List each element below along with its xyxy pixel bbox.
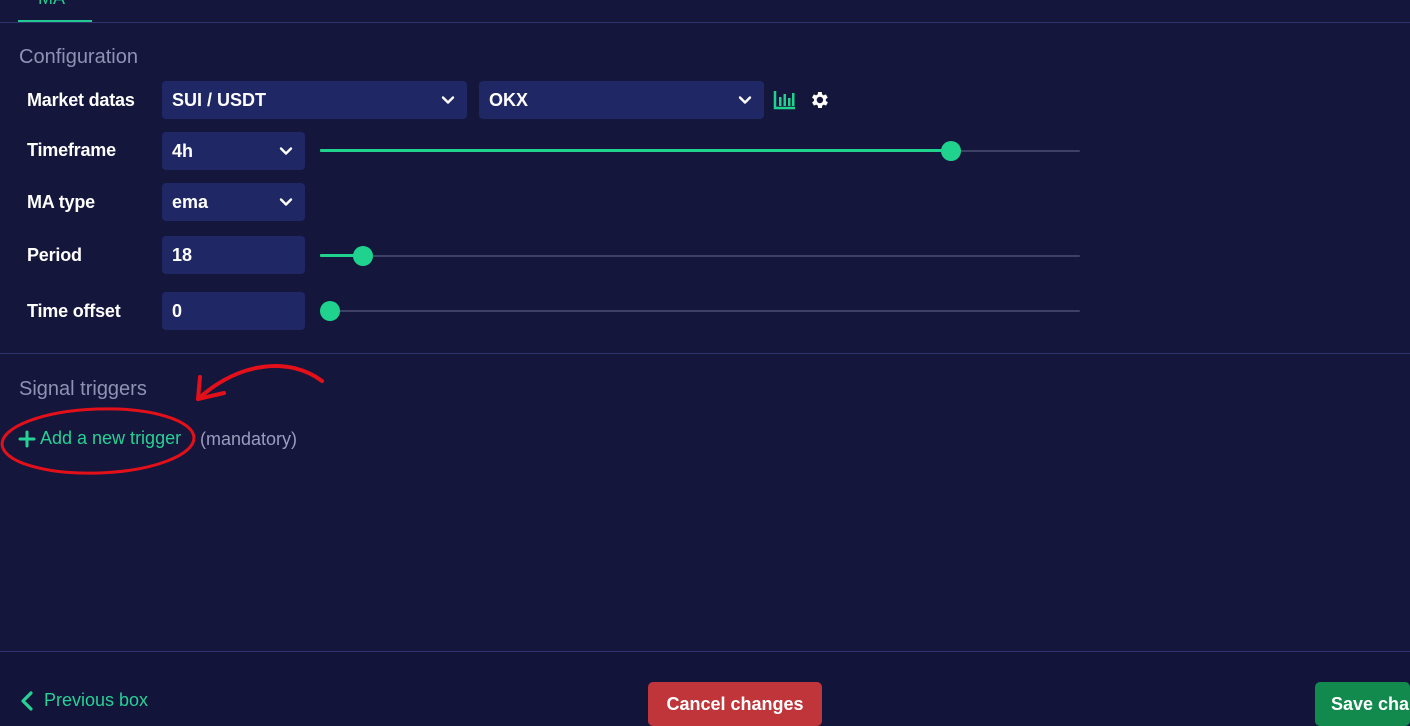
add-trigger-link[interactable]: Add a new trigger bbox=[18, 428, 181, 449]
signal-triggers-title: Signal triggers bbox=[19, 378, 147, 400]
add-trigger-label: Add a new trigger bbox=[40, 428, 182, 448]
gear-icon[interactable] bbox=[808, 89, 830, 111]
time-offset-input[interactable]: 0 bbox=[162, 292, 305, 330]
tab-divider bbox=[0, 22, 1410, 23]
chevron-left-icon bbox=[21, 690, 33, 711]
chart-bars-icon[interactable] bbox=[773, 89, 797, 111]
annotation-arrow-head bbox=[196, 375, 226, 401]
period-slider-thumb[interactable] bbox=[353, 246, 373, 266]
time-offset-input-value: 0 bbox=[172, 300, 183, 321]
ma-type-select[interactable]: ema bbox=[162, 183, 305, 221]
cancel-changes-button[interactable]: Cancel changes bbox=[648, 682, 822, 726]
exchange-select-value: OKX bbox=[489, 89, 529, 110]
annotation-overlay bbox=[0, 364, 324, 475]
timeframe-slider-fill bbox=[320, 149, 951, 152]
chevron-down-icon bbox=[279, 198, 293, 206]
pair-select-value: SUI / USDT bbox=[172, 89, 267, 110]
mandatory-note: (mandatory) bbox=[200, 429, 298, 449]
time-offset-label: Time offset bbox=[27, 301, 121, 321]
time-offset-slider-track bbox=[320, 310, 1080, 312]
cancel-changes-label: Cancel changes bbox=[666, 693, 804, 714]
chevron-down-icon bbox=[441, 96, 455, 104]
period-slider[interactable] bbox=[320, 246, 1080, 266]
chevron-down-icon bbox=[279, 147, 293, 155]
timeframe-slider-thumb[interactable] bbox=[941, 141, 961, 161]
exchange-select[interactable]: OKX bbox=[479, 81, 764, 119]
configuration-title: Configuration bbox=[19, 46, 138, 68]
previous-box-label: Previous box bbox=[44, 690, 149, 710]
market-datas-label: Market datas bbox=[27, 90, 135, 110]
previous-box-link[interactable]: Previous box bbox=[20, 690, 148, 711]
timeframe-select-value: 4h bbox=[172, 140, 194, 161]
section-divider bbox=[0, 353, 1410, 354]
time-offset-slider[interactable] bbox=[320, 301, 1080, 321]
chevron-down-icon bbox=[738, 96, 752, 104]
period-input[interactable]: 18 bbox=[162, 236, 305, 274]
ma-type-select-value: ema bbox=[172, 191, 209, 212]
period-slider-track bbox=[320, 255, 1080, 257]
period-label: Period bbox=[27, 245, 82, 265]
plus-icon bbox=[18, 430, 36, 447]
period-input-value: 18 bbox=[172, 244, 193, 265]
pair-select[interactable]: SUI / USDT bbox=[162, 81, 467, 119]
save-changes-button[interactable]: Save changes bbox=[1315, 682, 1410, 726]
timeframe-slider[interactable] bbox=[320, 141, 1080, 161]
time-offset-slider-thumb[interactable] bbox=[320, 301, 340, 321]
annotation-arrow-shaft bbox=[196, 364, 324, 401]
timeframe-select[interactable]: 4h bbox=[162, 132, 305, 170]
save-changes-label: Save changes bbox=[1331, 693, 1410, 714]
ma-type-label: MA type bbox=[27, 192, 95, 212]
timeframe-label: Timeframe bbox=[27, 140, 116, 160]
tab-ma[interactable]: MA bbox=[38, 0, 65, 8]
